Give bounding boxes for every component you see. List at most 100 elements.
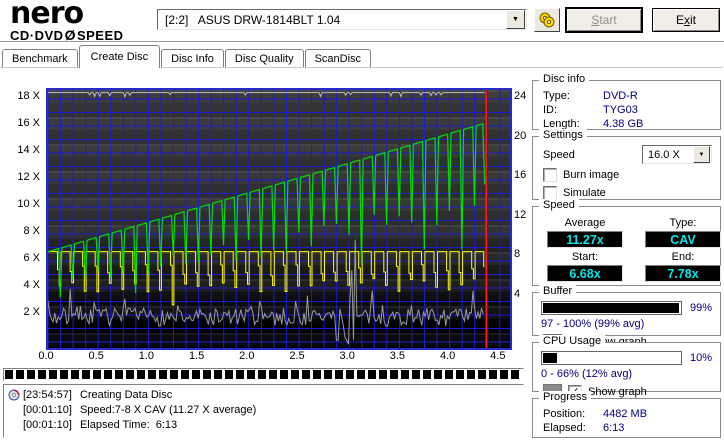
drive-selector[interactable]: [2:2] ASUS DRW-1814BLT 1.04 ▼ — [157, 9, 527, 30]
speed-cell-value: 7.78x — [645, 265, 721, 282]
log-row: [23:54:57] Creating Data Disc — [8, 387, 519, 402]
checkbox-label: Burn image — [563, 169, 620, 181]
write-progress-fill — [5, 370, 522, 379]
right-axis-tick: 12 — [514, 208, 527, 221]
simulate-checkbox[interactable] — [543, 186, 557, 200]
x-axis-tick: 4.0 — [439, 350, 456, 362]
y-axis-tick: 6 X — [23, 252, 40, 264]
speed-select[interactable]: 16.0 X ▼ — [642, 145, 712, 164]
burn-image-checkbox[interactable] — [543, 168, 557, 182]
x-axis-tick: 2.5 — [289, 350, 305, 362]
settings-checkbox-row: Burn image — [533, 164, 720, 182]
write-progress-bar — [3, 368, 524, 381]
x-axis-tick: 2.0 — [239, 350, 255, 362]
header-separator — [0, 41, 724, 43]
log-time: [00:01:10] — [23, 418, 72, 431]
disc-info-rows: Type: DVD-R ID: TYG03 Length: 4.38 GB — [533, 81, 720, 130]
disc-info-value: DVD-R — [603, 90, 638, 102]
speed-cell-label: Average — [564, 217, 606, 229]
progress-rows: Position: 4482 MB Elapsed: 6:13 — [533, 399, 720, 434]
tab-bar: Benchmark Create Disc Disc Info Disc Qualit… — [2, 45, 372, 68]
cpu-usage-group: CPU Usage 10% 0 - 66% (12% avg) ✓ Show g… — [532, 335, 721, 399]
speed-cell-label: End: — [671, 251, 695, 263]
y-axis-tick: 18 X — [17, 90, 40, 102]
x-axis-tick: 3.5 — [389, 350, 406, 362]
y-axis-tick: 2 X — [23, 306, 40, 318]
log-time: [00:01:10] — [23, 403, 72, 416]
status-log: [23:54:57] Creating Data Disc [00:01:10] Sp… — [3, 384, 524, 438]
buffer-bar-fill — [543, 303, 679, 313]
speed-cell-value: CAV — [645, 231, 721, 248]
speed-cell: Start: 6.68x — [547, 251, 623, 282]
speed-cell-value: 6.68x — [547, 265, 623, 282]
cpu-bar — [541, 351, 682, 365]
disc-info-label: Type: — [543, 90, 570, 102]
speed-group-title: Speed — [539, 199, 579, 211]
settings-title: Settings — [539, 129, 587, 141]
disc-info-group: Disc info Type: DVD-R ID: TYG03 Length: 4.38 … — [532, 73, 721, 130]
speed-cell-value: 11.27x — [547, 231, 623, 248]
disc-icon — [8, 389, 23, 401]
speed-group: Speed Average 11.27x Type: CAV Start: 6.68x En… — [532, 199, 721, 286]
exit-button[interactable]: Exit — [652, 8, 720, 32]
x-axis-tick: 3.0 — [339, 350, 355, 362]
disc-info-title: Disc info — [539, 73, 590, 85]
tab-disc-info[interactable]: Disc Info — [161, 49, 224, 68]
right-axis-tick: 8 — [514, 248, 521, 261]
speed-label: Speed — [543, 148, 575, 161]
chart-canvas — [48, 90, 510, 348]
discs-button[interactable] — [534, 8, 560, 32]
progress-label: Elapsed: — [543, 422, 586, 434]
chart-plot — [46, 88, 512, 350]
log-text: Elapsed Time: 6:13 — [79, 418, 178, 431]
y-axis-tick: 14 X — [17, 144, 40, 156]
nero-logo: nero CD·DVD Ø SPEED — [10, 0, 124, 43]
cpu-show-graph-label: Show graph — [588, 385, 647, 398]
nero-logo-text: nero — [10, 0, 84, 31]
cpu-percent: 10% — [689, 352, 712, 364]
x-axis-tick: 1.5 — [188, 350, 205, 362]
speed-cells: Average 11.27x Type: CAV Start: 6.68x End: 7.78… — [533, 207, 721, 282]
right-axis-tick: 24 — [514, 90, 527, 102]
log-time: [23:54:57] — [23, 388, 72, 401]
log-row: [00:01:10] Speed:7-8 X CAV (11.27 X avera… — [8, 402, 519, 417]
tab-disc-quality[interactable]: Disc Quality — [224, 49, 304, 68]
checkbox-label: Simulate — [563, 187, 606, 199]
tab-scandisc[interactable]: ScanDisc — [304, 49, 372, 68]
speed-cell: End: 7.78x — [645, 251, 721, 282]
discs-icon — [539, 12, 555, 28]
chevron-down-icon[interactable]: ▼ — [506, 10, 525, 29]
speed-cell: Type: CAV — [645, 217, 721, 248]
right-axis-tick: 4 — [514, 288, 521, 300]
disc-info-value: TYG03 — [603, 104, 638, 116]
start-button[interactable]: Start — [566, 8, 642, 32]
disc-info-value: 4.38 GB — [603, 118, 644, 130]
y-axis-tick: 4 X — [23, 279, 40, 291]
buffer-range-text: 97 - 100% (99% avg) — [541, 318, 645, 330]
log-text: Speed:7-8 X CAV (11.27 X average) — [79, 403, 257, 416]
chevron-down-icon[interactable]: ▼ — [693, 146, 710, 163]
y-axis-tick: 8 X — [23, 225, 40, 237]
drive-selector-value: [2:2] ASUS DRW-1814BLT 1.04 — [165, 12, 341, 27]
settings-checkbox-row: Simulate — [533, 182, 720, 200]
tab-create-disc[interactable]: Create Disc — [78, 45, 161, 68]
speed-cell: Average 11.27x — [547, 217, 623, 248]
right-axis-tick: 16 — [514, 169, 527, 182]
speed-select-value: 16.0 X — [648, 148, 680, 161]
cpu-bar-fill — [543, 353, 557, 363]
tab-benchmark[interactable]: Benchmark — [2, 49, 78, 68]
settings-group: Settings Speed 16.0 X ▼ Burn image Simula… — [532, 129, 721, 200]
progress-value: 4482 MB — [603, 408, 648, 420]
y-axis-tick: 12 X — [17, 171, 40, 183]
log-text: Creating Data Disc — [79, 388, 173, 401]
progress-value: 6:13 — [603, 422, 625, 434]
speed-cell-label: Start: — [571, 251, 599, 263]
right-axis-tick: 20 — [514, 129, 527, 142]
x-axis-tick: 0.0 — [38, 350, 54, 362]
nero-cd-dvd-speed-window: nero CD·DVD Ø SPEED [2:2] ASUS DRW-1814BLT… — [0, 0, 724, 441]
buffer-percent: 99% — [689, 302, 712, 314]
cpu-range-text: 0 - 66% (12% avg) — [541, 368, 633, 380]
x-axis-tick: 1.0 — [138, 350, 155, 362]
y-axis-tick: 10 X — [17, 198, 40, 210]
y-axis-tick: 16 X — [17, 117, 40, 129]
